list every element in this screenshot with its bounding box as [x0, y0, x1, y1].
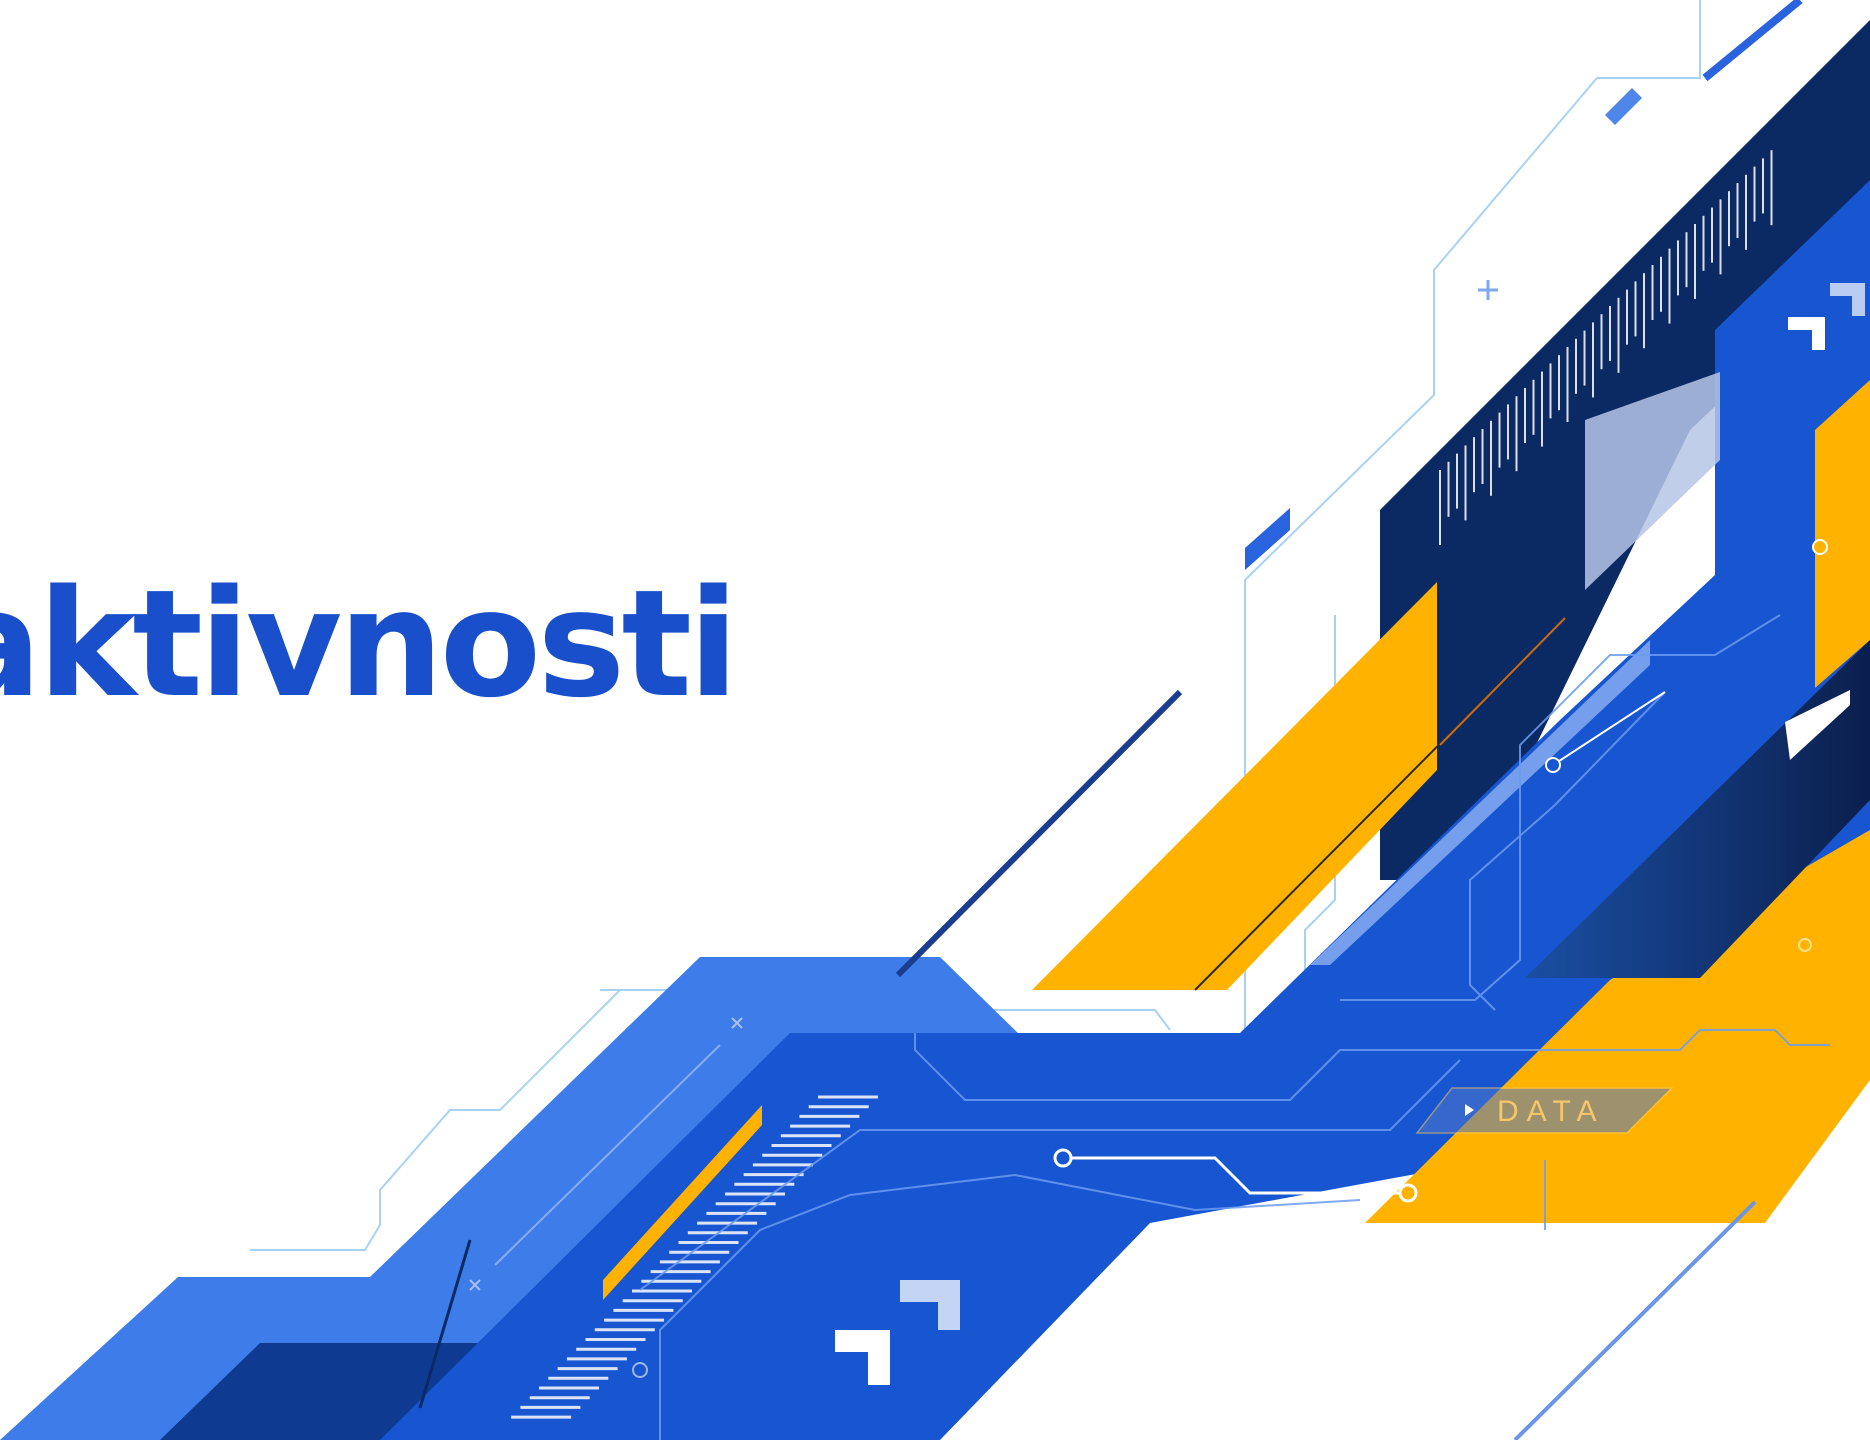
- node-circle: [1053, 1148, 1073, 1168]
- node-circle: [1398, 1183, 1418, 1203]
- node-circle: [1812, 539, 1828, 555]
- accent-line-light: [1513, 1200, 1757, 1440]
- battery-icon: [1605, 88, 1642, 125]
- data-tag-label: DATA: [1497, 1095, 1605, 1128]
- plus-icon: [1478, 280, 1498, 300]
- node-circle: [1798, 938, 1812, 952]
- node-circle: [632, 1362, 648, 1378]
- yellow-plate-right: [1815, 380, 1870, 688]
- page-title: aktivnosti: [0, 558, 739, 730]
- node-circle: [1545, 757, 1561, 773]
- accent-block: [1245, 508, 1290, 570]
- accent-line-top: [1702, 0, 1803, 82]
